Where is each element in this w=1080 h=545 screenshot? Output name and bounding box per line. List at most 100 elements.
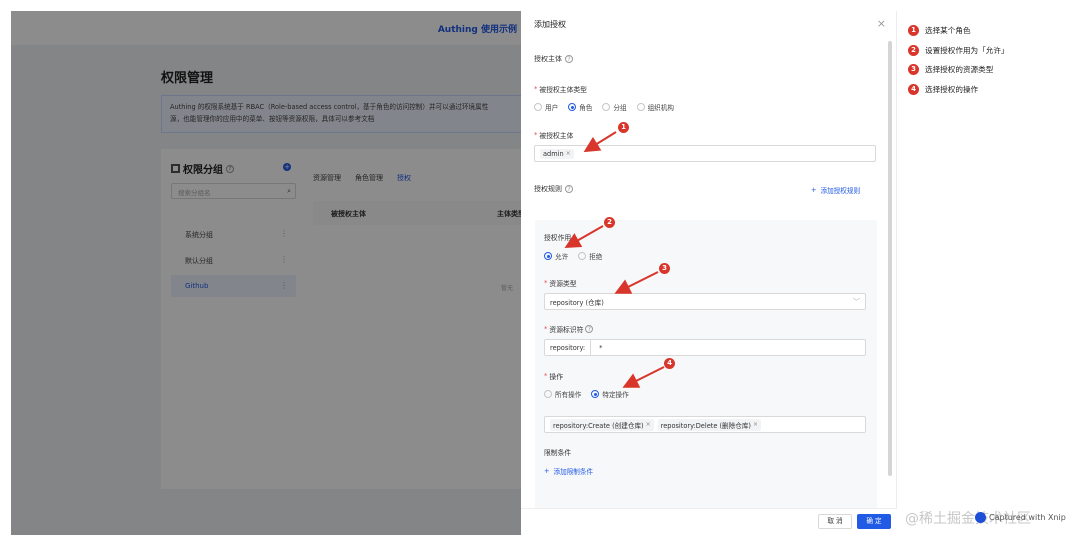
radio-label: 允许 xyxy=(555,253,569,261)
action-label-text: 操作 xyxy=(549,373,563,381)
radio-icon xyxy=(534,103,542,111)
legend-number: 2 xyxy=(908,44,919,56)
annotation-marker-4: 4 xyxy=(664,358,675,369)
legend-number: 1 xyxy=(908,25,919,37)
confirm-button[interactable]: 确 定 xyxy=(857,514,891,529)
legend-item: 4 选择授权的操作 xyxy=(908,80,1009,100)
radio-icon xyxy=(602,103,611,111)
subject-label: * 被授权主体 xyxy=(534,131,574,140)
action-label: * 操作 xyxy=(544,372,563,381)
subject-type-radio-group: 用户 角色 分组 组织机构 xyxy=(534,102,674,112)
subject-select[interactable]: admin × xyxy=(534,145,876,162)
effect-label-text: 授权作用 xyxy=(544,234,572,242)
help-icon: ? xyxy=(585,325,594,333)
resource-id-label: * 资源标识符 ? xyxy=(544,324,594,334)
action-tag-text: repository:Create (创建仓库) xyxy=(553,421,644,430)
radio-checked-icon xyxy=(544,252,552,260)
radio-label: 拒绝 xyxy=(589,253,603,261)
radio-label: 所有操作 xyxy=(555,391,582,399)
drawer-title: 添加授权 xyxy=(534,20,566,29)
action-tag: repository:Create (创建仓库) × xyxy=(550,418,654,431)
subject-label-text: 被授权主体 xyxy=(539,132,574,140)
radio-deny[interactable]: 拒绝 xyxy=(578,251,602,261)
radio-icon xyxy=(636,103,645,111)
captured-text: Captured with Xnip xyxy=(989,513,1066,522)
legend-item: 3 选择授权的资源类型 xyxy=(908,60,1009,80)
actions-select[interactable]: repository:Create (创建仓库) × repository:Del… xyxy=(544,416,866,433)
drawer-scrollbar[interactable] xyxy=(888,41,892,476)
radio-checked-icon xyxy=(591,390,600,398)
help-icon: ? xyxy=(565,55,573,63)
legend-number: 4 xyxy=(908,83,919,95)
add-rule-button[interactable]: + 添加授权规则 xyxy=(811,185,860,195)
subject-type-text: 被授权主体类型 xyxy=(539,86,587,94)
action-tag-text: repository:Delete (删除仓库) xyxy=(660,421,752,430)
add-condition-text: 添加限制条件 xyxy=(553,468,594,476)
radio-user[interactable]: 用户 xyxy=(534,102,558,112)
legend-text: 选择授权的操作 xyxy=(925,84,979,94)
chevron-down-icon: ﹀ xyxy=(853,297,860,306)
rules-section-title: 授权规则 ? xyxy=(534,184,573,194)
annotation-legend: 1 选择某个角色 2 设置授权作用为「允许」 3 选择授权的资源类型 4 选择授权的操作 xyxy=(908,21,1009,99)
captured-badge: Captured with Xnip xyxy=(975,512,1066,523)
drawer-footer: 取 消 确 定 xyxy=(521,508,897,535)
plus-icon: + xyxy=(811,186,817,194)
action-tag: repository:Delete (删除仓库) × xyxy=(657,418,762,431)
resource-id-input[interactable]: repository: * xyxy=(544,339,866,356)
resource-id-prefix: repository: xyxy=(550,340,592,355)
resource-type-text: 资源类型 xyxy=(549,280,577,288)
radio-icon xyxy=(578,252,587,260)
radio-label: 角色 xyxy=(579,104,593,112)
cancel-button[interactable]: 取 消 xyxy=(818,514,852,529)
radio-label: 分组 xyxy=(613,104,627,112)
legend-item: 1 选择某个角色 xyxy=(908,21,1009,41)
subject-section-title: 授权主体 ? xyxy=(534,54,573,64)
legend-text: 设置授权作用为「允许」 xyxy=(925,45,1009,55)
effect-label: 授权作用 xyxy=(544,232,571,242)
resource-id-text: 资源标识符 xyxy=(549,326,584,334)
screenshot-stage: Authing 使用示例 权限管理 Authing 的权限系统基于 RBAC（R… xyxy=(0,0,1080,545)
annotation-marker-3: 3 xyxy=(659,263,670,274)
radio-label: 特定操作 xyxy=(602,391,629,399)
annotation-marker-2: 2 xyxy=(604,217,615,228)
radio-allow[interactable]: 允许 xyxy=(544,251,568,261)
modal-overlay[interactable] xyxy=(11,11,521,535)
help-icon: ? xyxy=(565,185,573,193)
legend-number: 3 xyxy=(908,64,919,76)
subject-section-text: 授权主体 xyxy=(534,55,562,63)
condition-label: 限制条件 xyxy=(544,447,571,457)
radio-group[interactable]: 分组 xyxy=(602,102,627,112)
radio-icon xyxy=(544,390,552,398)
annotation-marker-1: 1 xyxy=(618,122,629,133)
radio-all-actions[interactable]: 所有操作 xyxy=(544,389,581,399)
radio-role[interactable]: 角色 xyxy=(568,102,592,112)
add-rule-text: 添加授权规则 xyxy=(820,187,861,195)
resource-id-value: * xyxy=(599,343,603,352)
rules-section-text: 授权规则 xyxy=(534,185,562,193)
close-icon[interactable]: × xyxy=(877,17,886,30)
radio-label: 用户 xyxy=(545,104,559,112)
tag-close-icon[interactable]: × xyxy=(753,421,758,428)
radio-org[interactable]: 组织机构 xyxy=(636,102,674,112)
resource-type-label: * 资源类型 xyxy=(544,279,577,288)
effect-radio-group: 允许 拒绝 xyxy=(544,251,602,261)
subject-tag: admin × xyxy=(540,148,574,159)
action-radio-group: 所有操作 特定操作 xyxy=(544,389,629,399)
resource-type-select[interactable]: repository (仓库) ﹀ xyxy=(544,293,866,310)
plus-icon: + xyxy=(544,467,550,475)
radio-specific-actions[interactable]: 特定操作 xyxy=(591,389,629,399)
resource-type-value: repository (仓库) xyxy=(550,298,604,307)
legend-text: 选择授权的资源类型 xyxy=(925,65,994,75)
condition-label-text: 限制条件 xyxy=(544,449,572,457)
legend-item: 2 设置授权作用为「允许」 xyxy=(908,41,1009,61)
subject-tag-text: admin xyxy=(543,149,564,158)
radio-checked-icon xyxy=(568,103,577,111)
add-condition-button[interactable]: + 添加限制条件 xyxy=(544,466,593,476)
xnip-logo-icon xyxy=(975,512,986,523)
radio-label: 组织机构 xyxy=(647,104,674,112)
legend-text: 选择某个角色 xyxy=(925,26,971,36)
tag-close-icon[interactable]: × xyxy=(646,421,651,428)
add-authorization-drawer: 添加授权 × 授权主体 ? * 被授权主体类型 用户 角色 分组 组织机构 * 被授… xyxy=(521,11,897,535)
subject-type-label: * 被授权主体类型 xyxy=(534,85,587,94)
tag-close-icon[interactable]: × xyxy=(566,150,571,157)
